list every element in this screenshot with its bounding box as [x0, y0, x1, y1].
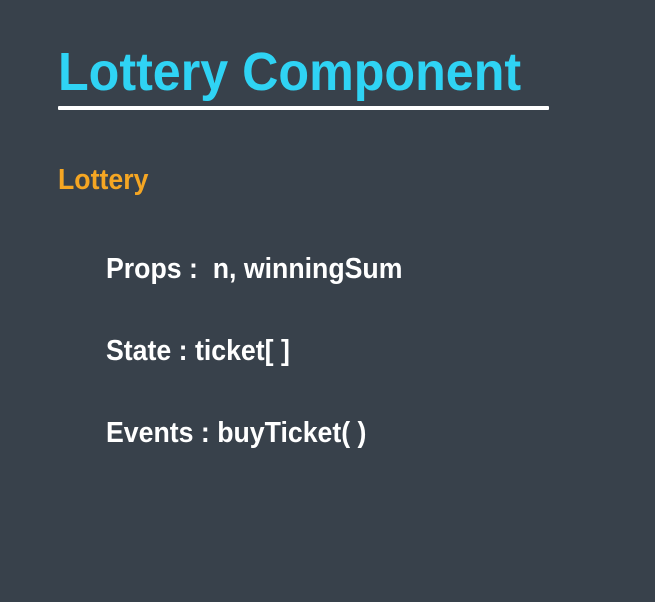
state-line: State : ticket[ ] — [106, 335, 290, 367]
title-underline — [58, 106, 549, 110]
slide-title: Lottery Component — [58, 42, 522, 102]
slide: Lottery Component Lottery Props : n, win… — [0, 0, 655, 602]
props-line: Props : n, winningSum — [106, 253, 403, 285]
events-line: Events : buyTicket( ) — [106, 417, 367, 449]
component-name-label: Lottery — [58, 164, 149, 196]
